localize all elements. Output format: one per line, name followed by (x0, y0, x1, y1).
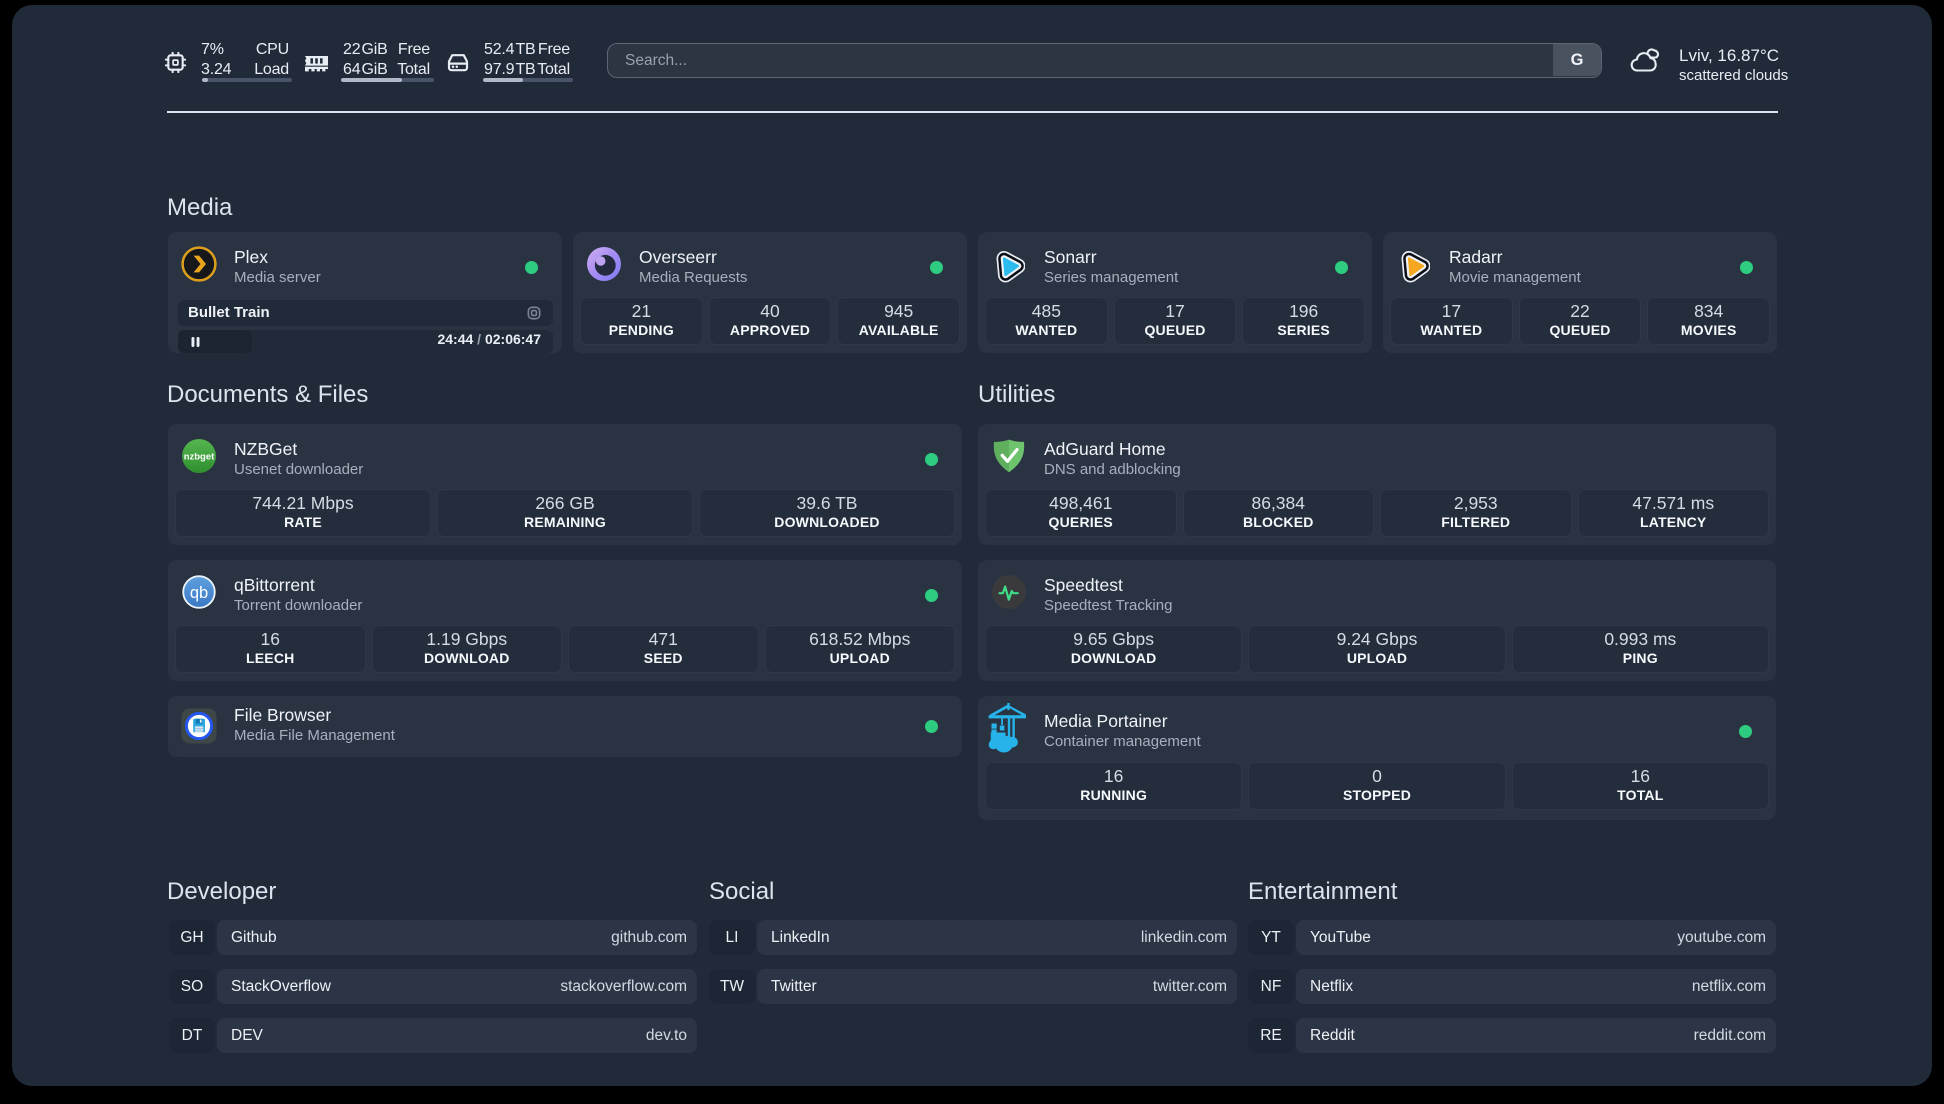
svg-text:qb: qb (190, 584, 208, 602)
svg-text:nzbget: nzbget (184, 452, 215, 463)
